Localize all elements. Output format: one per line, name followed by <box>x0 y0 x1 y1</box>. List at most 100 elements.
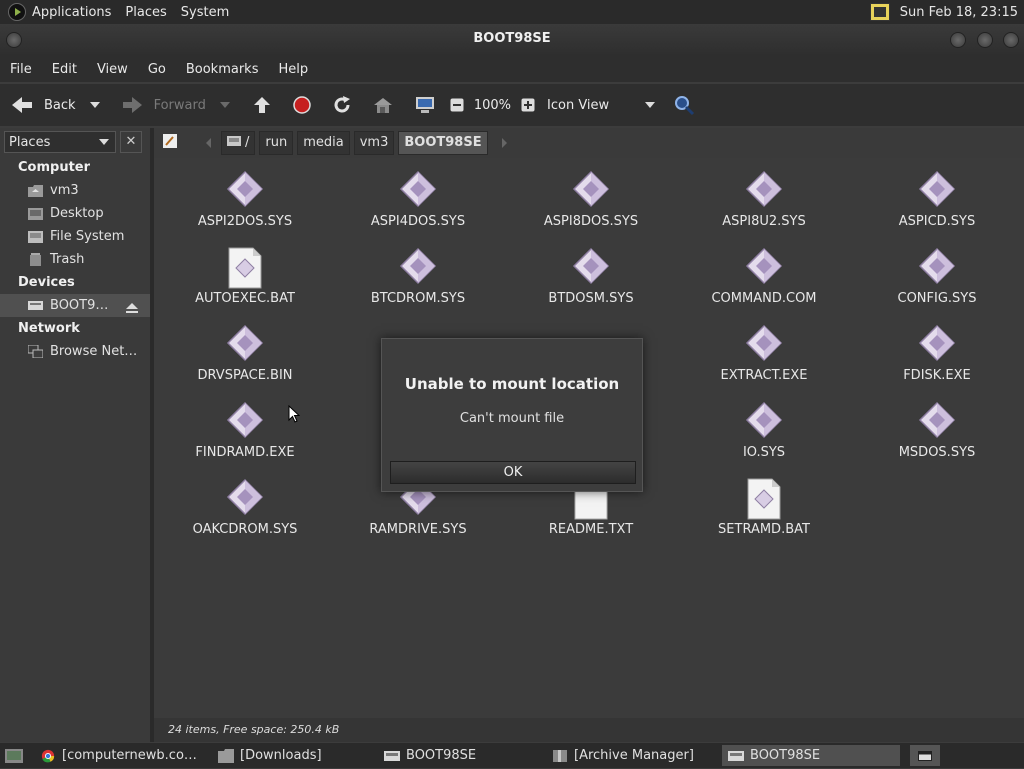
sidebar-pane-label: Places <box>9 134 51 150</box>
file-item[interactable]: BTDOSM.SYS <box>511 247 671 306</box>
file-item[interactable]: ASPI4DOS.SYS <box>338 170 498 229</box>
forward-history-dropdown[interactable] <box>219 102 230 108</box>
dialog-title: Unable to mount location <box>404 375 620 393</box>
path-crumb-run[interactable]: run <box>259 131 294 155</box>
path-crumb-boot98se[interactable]: BOOT98SE <box>398 131 488 155</box>
sidebar-pane-select[interactable]: Places <box>4 131 116 153</box>
path-crumb-root[interactable]: / <box>221 131 256 155</box>
menu-edit[interactable]: Edit <box>42 62 87 77</box>
reload-button[interactable] <box>332 95 352 115</box>
menu-file[interactable]: File <box>0 62 42 77</box>
path-crumb-vm3[interactable]: vm3 <box>353 131 395 155</box>
taskbar: [computernewb.co… [Downloads] BOOT98SE [… <box>0 743 1024 768</box>
system-file-icon <box>745 324 783 362</box>
drive-icon <box>384 750 400 761</box>
computer-icon <box>415 97 434 113</box>
file-item[interactable]: IO.SYS <box>684 401 844 460</box>
window-titlebar[interactable]: BOOT98SE <box>0 24 1024 56</box>
minimize-button[interactable] <box>950 32 966 48</box>
taskbar-item-archive-manager[interactable]: [Archive Manager] <box>546 745 714 766</box>
panel-menu-applications[interactable]: Applications <box>32 5 111 20</box>
file-item[interactable]: AUTOEXEC.BAT <box>165 247 325 306</box>
scroll-path-right-button[interactable] <box>501 138 507 148</box>
sidebar-item-filesystem[interactable]: File System <box>0 225 150 248</box>
sidebar-item-browse-network[interactable]: Browse Net… <box>0 340 150 363</box>
file-item[interactable]: ASPI8U2.SYS <box>684 170 844 229</box>
zoom-in-button[interactable] <box>521 98 535 112</box>
workspace-switcher[interactable] <box>910 745 940 766</box>
sidebar-item-label: vm3 <box>50 183 79 198</box>
home-button[interactable] <box>372 95 394 115</box>
stop-button[interactable] <box>292 95 312 115</box>
system-file-icon <box>745 170 783 208</box>
system-file-icon <box>399 247 437 285</box>
sidebar-item-desktop[interactable]: Desktop <box>0 202 150 225</box>
file-name: SETRAMD.BAT <box>718 522 810 537</box>
clock[interactable]: Sun Feb 18, 23:15 <box>900 5 1018 20</box>
close-sidebar-button[interactable]: ✕ <box>120 131 142 153</box>
forward-button[interactable]: Forward <box>122 95 230 115</box>
file-name: MSDOS.SYS <box>898 445 976 460</box>
taskbar-item-boot98se-1[interactable]: BOOT98SE <box>378 745 540 766</box>
file-item[interactable]: BTCDROM.SYS <box>338 247 498 306</box>
menu-logo-icon[interactable] <box>8 3 26 21</box>
taskbar-item-label: [computernewb.co… <box>62 748 196 763</box>
maximize-button[interactable] <box>977 32 993 48</box>
chrome-icon <box>41 749 55 762</box>
system-file-icon <box>745 247 783 285</box>
up-button[interactable] <box>252 95 272 115</box>
file-item[interactable]: EXTRACT.EXE <box>684 324 844 383</box>
file-item[interactable]: OAKCDROM.SYS <box>165 478 325 537</box>
reload-icon <box>334 96 350 113</box>
file-item[interactable]: FDISK.EXE <box>857 324 1017 383</box>
search-button[interactable] <box>673 94 695 116</box>
file-item[interactable]: COMMAND.COM <box>684 247 844 306</box>
file-item[interactable]: FINDRAMD.EXE <box>165 401 325 460</box>
zoom-level[interactable]: 100% <box>474 98 511 113</box>
close-window-button[interactable] <box>1003 32 1019 48</box>
show-desktop-icon <box>5 748 23 763</box>
taskbar-item-label: [Archive Manager] <box>574 748 694 763</box>
path-crumb-label: / <box>245 135 250 150</box>
file-item[interactable]: CONFIG.SYS <box>857 247 1017 306</box>
show-desktop-button[interactable] <box>4 747 24 765</box>
file-item[interactable]: MSDOS.SYS <box>857 401 1017 460</box>
stop-icon <box>293 96 311 114</box>
mouse-pointer-icon <box>288 405 300 423</box>
sidebar-item-vm3[interactable]: vm3 <box>0 179 150 202</box>
computer-button[interactable] <box>414 95 436 115</box>
panel-menu-places[interactable]: Places <box>125 5 166 20</box>
sidebar-item-boot98se[interactable]: BOOT9… <box>0 294 150 317</box>
file-item[interactable]: SETRAMD.BAT <box>684 478 844 537</box>
file-item[interactable]: DRVSPACE.BIN <box>165 324 325 383</box>
file-item[interactable]: ASPI2DOS.SYS <box>165 170 325 229</box>
taskbar-item-browser[interactable]: [computernewb.co… <box>34 745 196 766</box>
panel-menu-system[interactable]: System <box>181 5 229 20</box>
menu-view[interactable]: View <box>87 62 138 77</box>
hard-drive-icon <box>227 136 241 146</box>
taskbar-item-downloads[interactable]: [Downloads] <box>212 745 374 766</box>
zoom-out-button[interactable] <box>450 98 464 112</box>
back-history-dropdown[interactable] <box>89 102 100 108</box>
file-item[interactable]: ASPICD.SYS <box>857 170 1017 229</box>
system-file-icon <box>226 478 264 516</box>
menu-go[interactable]: Go <box>138 62 176 77</box>
system-file-icon <box>572 247 610 285</box>
view-mode-select[interactable]: Icon View <box>547 98 656 113</box>
menu-bookmarks[interactable]: Bookmarks <box>176 62 269 77</box>
scroll-path-left-button[interactable] <box>206 138 211 148</box>
sidebar-item-trash[interactable]: Trash <box>0 248 150 271</box>
file-name: FDISK.EXE <box>903 368 971 383</box>
eject-icon[interactable] <box>126 302 138 313</box>
ok-button[interactable]: OK <box>390 461 636 484</box>
search-icon <box>675 96 695 116</box>
menu-help[interactable]: Help <box>268 62 318 77</box>
network-icon <box>28 345 43 358</box>
update-notifier-icon[interactable] <box>869 3 890 21</box>
path-crumb-media[interactable]: media <box>297 131 350 155</box>
back-button[interactable]: Back <box>10 95 100 115</box>
file-item[interactable]: ASPI8DOS.SYS <box>511 170 671 229</box>
toggle-location-entry-button[interactable] <box>162 133 178 153</box>
taskbar-item-label: BOOT98SE <box>750 748 821 763</box>
taskbar-item-boot98se-2[interactable]: BOOT98SE <box>722 745 900 766</box>
